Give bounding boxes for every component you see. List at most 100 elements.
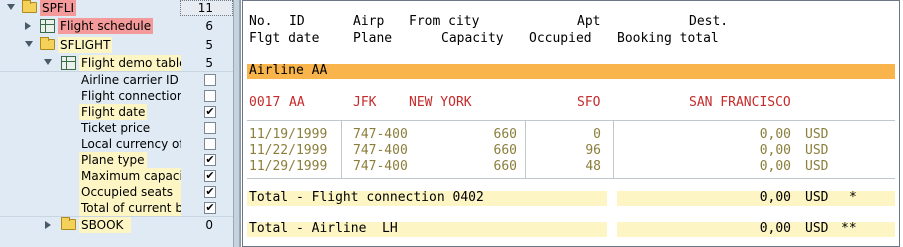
grid-line <box>525 120 526 178</box>
connection-city-from: NEW YORK <box>409 95 472 110</box>
flight-currency: USD <box>805 159 829 174</box>
field-tree-panel: SPFLI 11 Flight schedule 6 SFLIGHT 5 Fli… <box>0 0 233 247</box>
folder-icon <box>22 0 37 13</box>
subtotal-connection-currency: USD <box>805 190 829 205</box>
grid-line <box>247 178 895 179</box>
folder-icon <box>61 217 76 230</box>
field-label: Ticket price <box>81 121 151 135</box>
grid-line <box>613 120 614 178</box>
folder-icon <box>40 37 55 50</box>
flight-date: 11/22/1999 <box>249 143 328 158</box>
flight-date: 11/19/1999 <box>249 127 328 142</box>
flight-currency: USD <box>805 127 829 142</box>
header-dest: Dest. <box>689 14 729 29</box>
subtotal-airline-label: Total - Airline LH <box>249 221 398 236</box>
header-occupied: Occupied <box>529 31 592 46</box>
header-from-city: From city <box>409 14 480 29</box>
flight-date: 11/29/1999 <box>249 159 328 174</box>
field-checkbox[interactable] <box>204 122 216 134</box>
tree-node-count: 0 <box>205 218 213 232</box>
field-label: Occupied seats <box>79 184 181 200</box>
field-checkbox[interactable]: ✔ <box>204 202 216 214</box>
field-label: Plane type <box>79 152 147 168</box>
tree-node-flight-schedule[interactable]: Flight schedule 6 <box>0 18 233 34</box>
expand-closed-icon[interactable] <box>25 22 31 30</box>
field-local-currency[interactable]: Local currency of <box>0 136 233 152</box>
tree-node-label: SFLIGHT <box>58 37 113 53</box>
connection-airport-from: JFK <box>353 95 377 110</box>
field-airline-carrier-id[interactable]: Airline carrier ID <box>0 72 233 88</box>
field-occupied-seats[interactable]: Occupied seats ✔ <box>0 184 233 200</box>
table-icon <box>61 56 76 70</box>
tree-node-count: 6 <box>205 19 213 33</box>
flight-plane: 747-400 <box>353 127 408 142</box>
subtotal-airline-mark: ** <box>841 221 857 236</box>
tree-node-spfli[interactable]: SPFLI 11 <box>0 0 233 16</box>
flight-currency: USD <box>805 143 829 158</box>
subtotal-airline-value: 0,00 <box>759 221 791 236</box>
expand-open-icon[interactable] <box>44 59 52 65</box>
field-plane-type[interactable]: Plane type ✔ <box>0 152 233 168</box>
field-label: Airline carrier ID <box>81 73 179 87</box>
header-airport: Airp <box>353 14 385 29</box>
tree-node-flight-demo-table[interactable]: Flight demo table 5 <box>0 55 233 71</box>
field-checkbox[interactable]: ✔ <box>204 154 216 166</box>
header-apt: Apt <box>577 14 601 29</box>
grid-line <box>341 120 342 178</box>
table-icon <box>40 19 55 33</box>
tree-node-label: Flight demo table <box>79 55 181 71</box>
subtotal-connection-mark: * <box>849 190 857 205</box>
flight-capacity: 660 <box>493 159 517 174</box>
flight-capacity: 660 <box>493 143 517 158</box>
field-maximum-capacity[interactable]: Maximum capaci ✔ <box>0 168 233 184</box>
connection-number: 0017 <box>249 95 281 110</box>
tree-node-label: SPFLI <box>40 0 76 16</box>
subtotal-connection-value: 0,00 <box>759 190 791 205</box>
field-checkbox[interactable]: ✔ <box>204 170 216 182</box>
field-checkbox[interactable]: ✔ <box>204 106 216 118</box>
connection-airport-to: SFO <box>577 95 601 110</box>
field-flight-date[interactable]: Flight date ✔ <box>0 104 233 120</box>
field-flight-connection[interactable]: Flight connection <box>0 88 233 104</box>
field-label: Total of current b <box>79 200 181 216</box>
field-label: Maximum capaci <box>79 168 181 184</box>
tree-node-label: Flight schedule <box>58 18 154 34</box>
flight-plane: 747-400 <box>353 143 408 158</box>
subtotal-connection-label: Total - Flight connection 0402 <box>249 190 484 205</box>
field-ticket-price[interactable]: Ticket price <box>0 120 233 136</box>
tree-node-sflight[interactable]: SFLIGHT 5 <box>0 37 233 53</box>
connection-city-to: SAN FRANCISCO <box>689 95 791 110</box>
field-checkbox[interactable]: ✔ <box>204 186 216 198</box>
field-label: Flight connection <box>81 89 181 103</box>
field-checkbox[interactable] <box>204 138 216 150</box>
expand-closed-icon[interactable] <box>45 221 51 229</box>
airline-group-label: Airline AA <box>249 63 328 78</box>
flight-plane: 747-400 <box>353 159 408 174</box>
flight-total: 0,00 <box>759 127 791 142</box>
panel-splitter[interactable] <box>233 0 240 247</box>
grid-line <box>247 120 895 121</box>
tree-node-label: SBOOK <box>79 217 131 233</box>
header-flight-date: Flgt date <box>249 31 320 46</box>
tree-node-sbook[interactable]: SBOOK 0 <box>0 217 233 233</box>
tree-node-count: 11 <box>197 1 213 15</box>
flight-occupied: 48 <box>585 159 601 174</box>
field-checkbox[interactable] <box>204 90 216 102</box>
field-label: Local currency of <box>81 137 181 151</box>
flight-occupied: 96 <box>585 143 601 158</box>
expand-open-icon[interactable] <box>7 4 15 10</box>
connection-carrier: AA <box>289 95 305 110</box>
flight-capacity: 660 <box>493 127 517 142</box>
header-plane: Plane <box>353 31 393 46</box>
field-total-current-bookings[interactable]: Total of current b ✔ <box>0 200 233 216</box>
header-id: ID <box>289 14 305 29</box>
tree-node-count: 5 <box>205 38 213 52</box>
header-booking-total: Booking total <box>617 31 719 46</box>
expand-open-icon[interactable] <box>25 41 33 47</box>
tree-node-count: 5 <box>205 56 213 70</box>
header-capacity: Capacity <box>441 31 504 46</box>
flight-occupied: 0 <box>593 127 601 142</box>
report-list-panel: No. ID Airp From city Apt Dest. Flgt dat… <box>240 0 903 247</box>
subtotal-airline-currency: USD <box>805 221 829 236</box>
field-checkbox[interactable] <box>204 74 216 86</box>
